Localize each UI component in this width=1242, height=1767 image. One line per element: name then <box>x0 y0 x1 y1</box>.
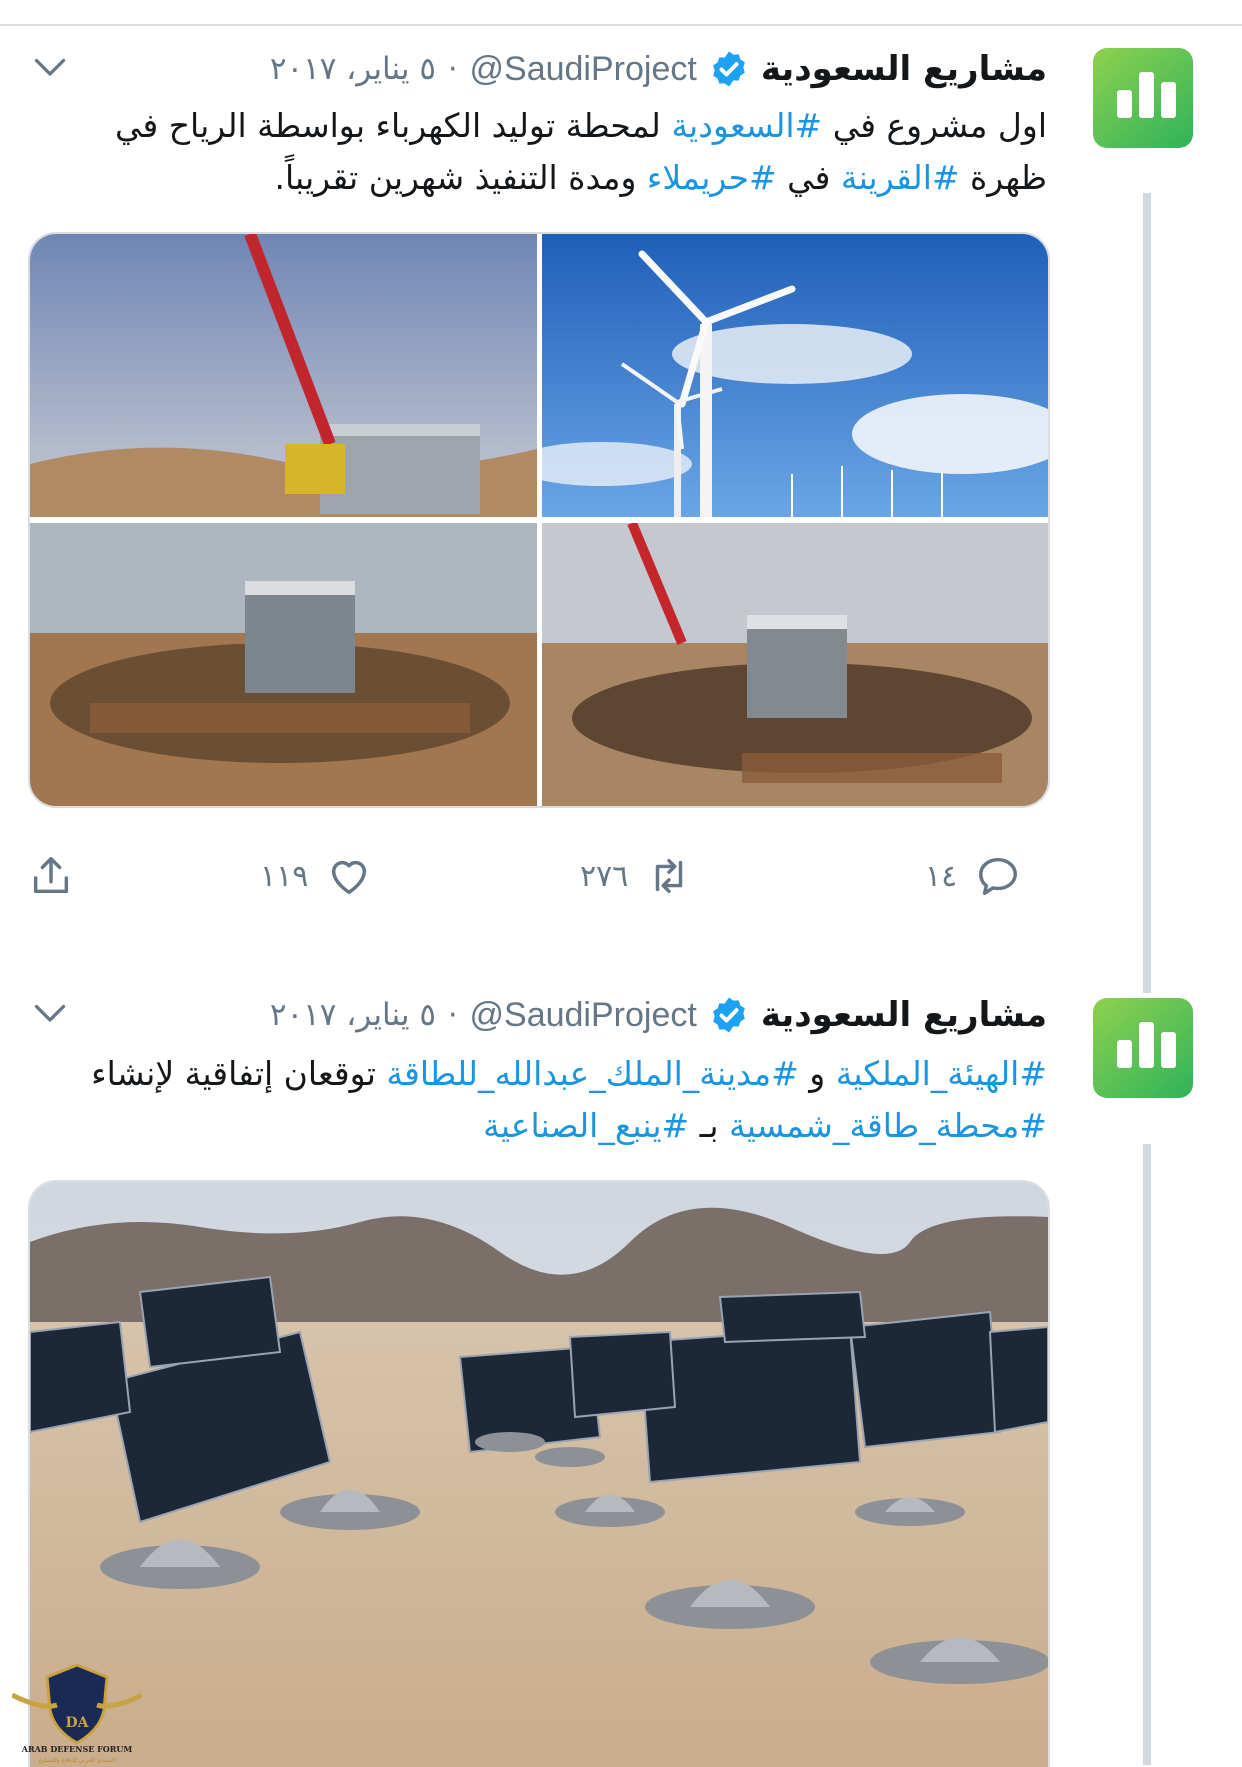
hashtag-link[interactable]: #مدينة_الملك_عبدالله_للطاقة <box>386 1054 798 1093</box>
display-name[interactable]: مشاريع السعودية <box>761 995 1047 1035</box>
retweet-count: ٢٧٦ <box>580 858 629 894</box>
text-run: بـ <box>689 1106 729 1145</box>
display-name[interactable]: مشاريع السعودية <box>761 49 1047 89</box>
hashtag-link[interactable]: #الهيئة_الملكية <box>836 1054 1047 1093</box>
reply-action[interactable]: ١٤ <box>925 846 1021 906</box>
tweet-text-line: اول مشروع في #السعودية لمحطة توليد الكهر… <box>115 100 1047 152</box>
text-run: ومدة التنفيذ شهرين تقريباً. <box>274 158 647 197</box>
text-run: ظهرة <box>959 158 1047 197</box>
timestamp[interactable]: ٥ يناير، ٢٠١٧ <box>270 51 436 87</box>
text-run: توقعان إتفاقية لإنشاء <box>91 1054 387 1093</box>
heart-icon <box>332 860 367 895</box>
text-run: في <box>776 158 841 197</box>
tweet-header: مشاريع السعودية @SaudiProject · ٥ يناير،… <box>270 44 1047 94</box>
top-divider <box>0 24 1242 26</box>
photo-foundation-crane[interactable] <box>542 523 1048 806</box>
text-run: اول مشروع في <box>822 106 1047 145</box>
retweet-icon <box>656 858 683 894</box>
tweet-actions: ١٤ ٢٧٦ ١١٩ <box>0 846 1242 906</box>
svg-text:DA: DA <box>65 1715 89 1731</box>
tweet[interactable]: مشاريع السعودية @SaudiProject · ٥ يناير،… <box>0 28 1242 993</box>
share-icon <box>33 857 69 894</box>
text-run: لمحطة توليد الكهرباء بواسطة الرياح في <box>114 106 672 145</box>
reply-count: ١٤ <box>925 858 958 894</box>
photo-wind-turbines[interactable] <box>542 234 1048 517</box>
tweet-text-line: #الهيئة_الملكية و #مدينة_الملك_عبدالله_ل… <box>91 1048 1047 1100</box>
photo-foundation-site[interactable] <box>30 523 537 806</box>
handle[interactable]: @SaudiProject <box>470 50 697 89</box>
media-grid[interactable] <box>28 232 1050 808</box>
hashtag-link[interactable]: #السعودية <box>671 106 822 145</box>
tweet[interactable]: مشاريع السعودية @SaudiProject · ٥ يناير،… <box>0 974 1242 1767</box>
verified-badge-icon <box>712 997 745 1033</box>
separator: · <box>447 997 458 1033</box>
tweet-text: #الهيئة_الملكية و #مدينة_الملك_عبدالله_ل… <box>91 1048 1047 1152</box>
tweet-text-line: #محطة_طاقة_شمسية بـ #ينبع_الصناعية <box>91 1100 1047 1152</box>
avatar[interactable] <box>1093 48 1193 148</box>
media-single[interactable] <box>28 1180 1050 1767</box>
photo-crane-site[interactable] <box>30 234 537 517</box>
watermark-label: ARAB DEFENSE FORUM <box>21 1744 133 1754</box>
avatar[interactable] <box>1093 998 1193 1098</box>
text-run: و <box>798 1054 836 1093</box>
like-action[interactable]: ١١٩ <box>260 846 372 906</box>
chevron-down-icon[interactable] <box>32 996 68 1032</box>
separator: · <box>447 51 458 87</box>
verified-badge-icon <box>712 51 745 87</box>
chevron-down-icon[interactable] <box>32 50 68 86</box>
hashtag-link[interactable]: #محطة_طاقة_شمسية <box>729 1106 1047 1145</box>
watermark-sublabel: المنتدى العربي للدفاع والتسليح <box>39 1757 116 1764</box>
hashtag-link[interactable]: #القرينة <box>841 158 960 197</box>
tweet-text: اول مشروع في #السعودية لمحطة توليد الكهر… <box>115 100 1047 204</box>
photo-solar-panels <box>30 1182 1048 1767</box>
reply-icon <box>979 857 1018 895</box>
tweet-text-line: ظهرة #القرينة في #حريملاء ومدة التنفيذ ش… <box>115 152 1047 204</box>
handle[interactable]: @SaudiProject <box>470 996 697 1035</box>
like-count: ١١٩ <box>260 858 309 894</box>
thread-line <box>1143 1144 1151 1765</box>
retweet-action[interactable]: ٢٧٦ <box>580 846 692 906</box>
tweet-header: مشاريع السعودية @SaudiProject · ٥ يناير،… <box>270 990 1047 1040</box>
hashtag-link[interactable]: #حريملاء <box>647 158 777 197</box>
arab-defense-forum-logo: DA ARAB DEFENSE FORUM المنتدى العربي للد… <box>12 1663 142 1764</box>
share-action[interactable] <box>28 846 74 906</box>
timestamp[interactable]: ٥ يناير، ٢٠١٧ <box>270 997 436 1033</box>
hashtag-link[interactable]: #ينبع_الصناعية <box>483 1106 689 1145</box>
